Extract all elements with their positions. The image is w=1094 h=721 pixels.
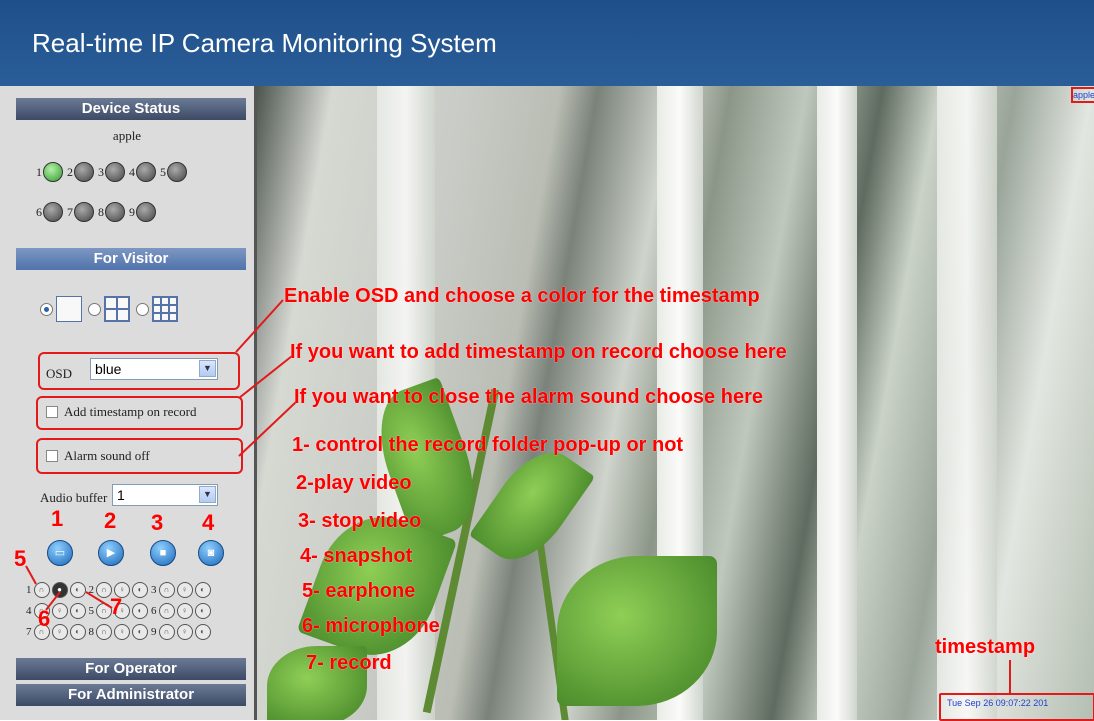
annotation-item-5: 5- earphone — [302, 580, 416, 602]
annotation-timestamp: If you want to add timestamp on record c… — [290, 341, 787, 363]
annotation-item-6: 6- microphone — [302, 615, 440, 637]
annotation-item-3: 3- stop video — [298, 510, 422, 532]
annotation-number-5: 5 — [14, 546, 27, 571]
annotation-item-4: 4- snapshot — [300, 545, 413, 567]
annotation-number-7: 7 — [110, 594, 123, 619]
annotation-number-6: 6 — [38, 606, 51, 631]
annotation-number-2: 2 — [104, 508, 117, 533]
annotation-item-1: 1- control the record folder pop-up or n… — [292, 434, 684, 456]
annotation-number-1: 1 — [51, 506, 64, 531]
annotation-item-7: 7- record — [306, 652, 392, 674]
annotation-item-2: 2-play video — [296, 472, 412, 494]
annotation-timestamp-label: timestamp — [935, 636, 1036, 658]
annotation-number-4: 4 — [202, 510, 215, 535]
annotation-number-3: 3 — [151, 510, 164, 535]
annotation-alarm: If you want to close the alarm sound cho… — [294, 386, 763, 408]
annotation-osd: Enable OSD and choose a color for the ti… — [284, 285, 760, 307]
